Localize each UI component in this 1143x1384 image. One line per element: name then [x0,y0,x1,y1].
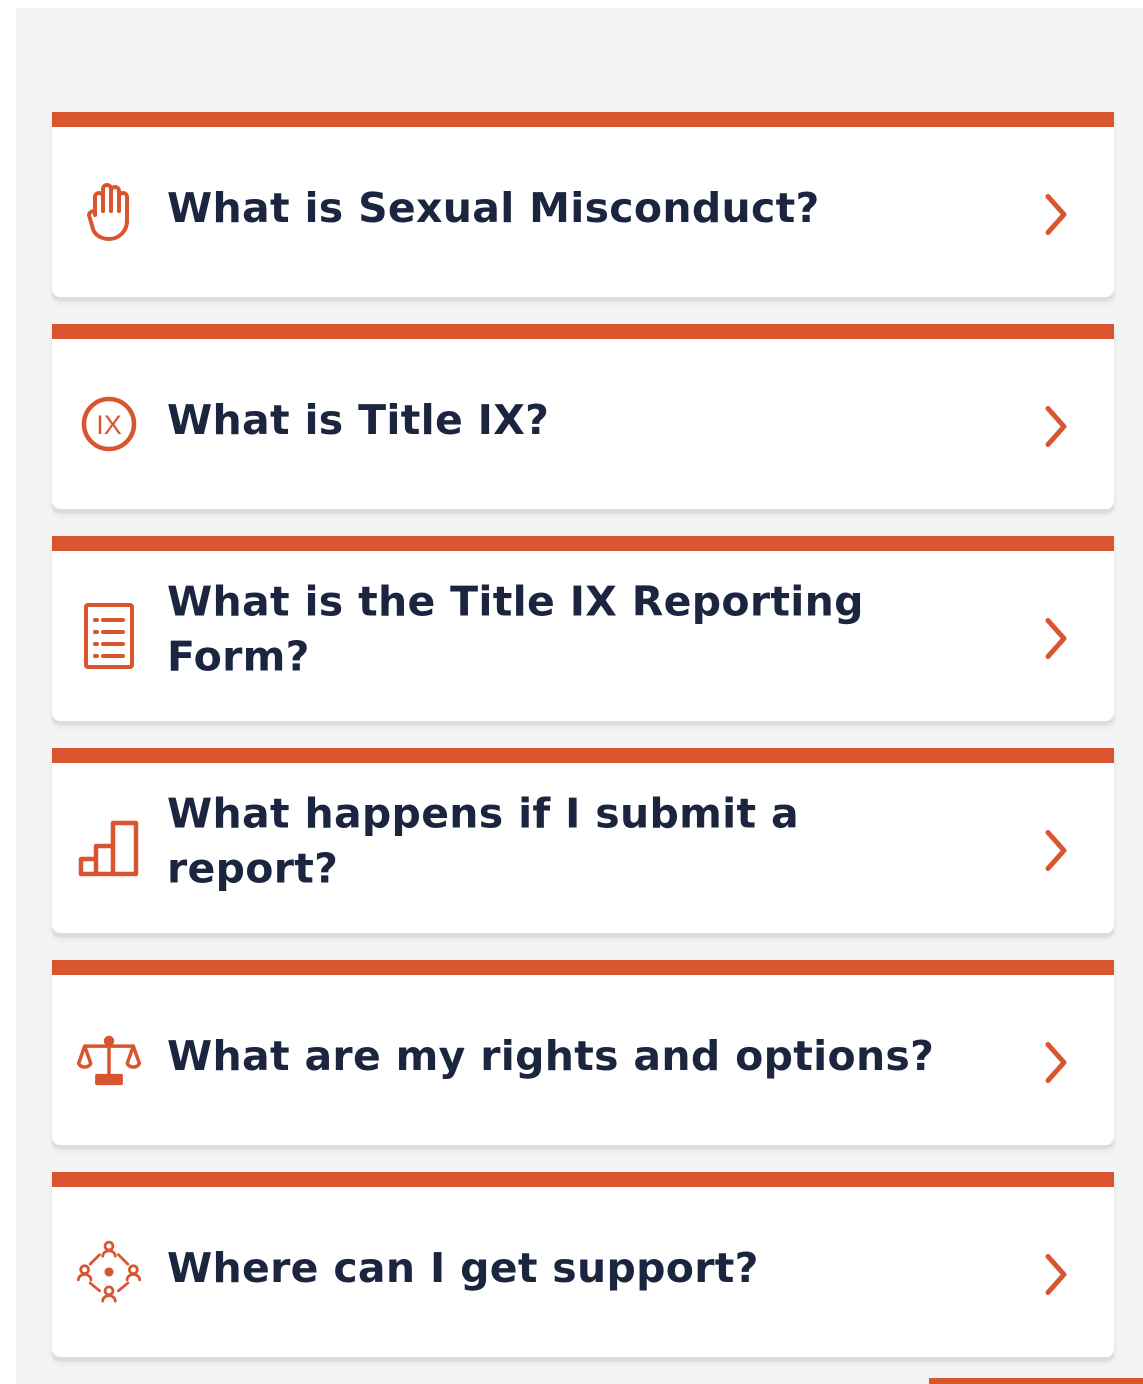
page-background: What is Sexual Misconduct? IX What is Ti… [16,8,1143,1384]
title-ix-icon-text: IX [96,410,122,440]
chevron-right-icon [1036,614,1076,664]
menu-card-submit-report[interactable]: What happens if I submit a report? [52,748,1114,933]
menu-card-label: Where can I get support? [167,1244,759,1293]
chevron-right-icon [1036,826,1076,876]
menu-card-rights-options[interactable]: What are my rights and options? [52,960,1114,1145]
menu-card-support[interactable]: Where can I get support? [52,1172,1114,1357]
faq-menu-list: What is Sexual Misconduct? IX What is Ti… [52,112,1114,1384]
scales-icon [76,1027,142,1093]
chevron-right-icon [1036,190,1076,240]
chevron-right-icon [1036,1250,1076,1300]
chevron-right-icon [1036,402,1076,452]
bottom-accent-bar [929,1378,1143,1384]
checklist-form-icon [76,603,142,669]
menu-card-label: What is Title IX? [167,396,550,445]
menu-card-title-ix[interactable]: IX What is Title IX? [52,324,1114,509]
steps-icon [76,815,142,881]
chevron-right-icon [1036,1038,1076,1088]
menu-card-reporting-form[interactable]: What is the Title IX Reporting Form? [52,536,1114,721]
menu-card-label: What is Sexual Misconduct? [167,184,820,233]
title-ix-icon: IX [76,391,142,457]
menu-card-label: What are my rights and options? [167,1032,935,1081]
raised-hand-icon [76,179,142,245]
support-network-icon [76,1239,142,1305]
menu-card-label: What happens if I submit a report? [167,789,799,893]
menu-card-label: What is the Title IX Reporting Form? [167,577,864,681]
menu-card-sexual-misconduct[interactable]: What is Sexual Misconduct? [52,112,1114,297]
